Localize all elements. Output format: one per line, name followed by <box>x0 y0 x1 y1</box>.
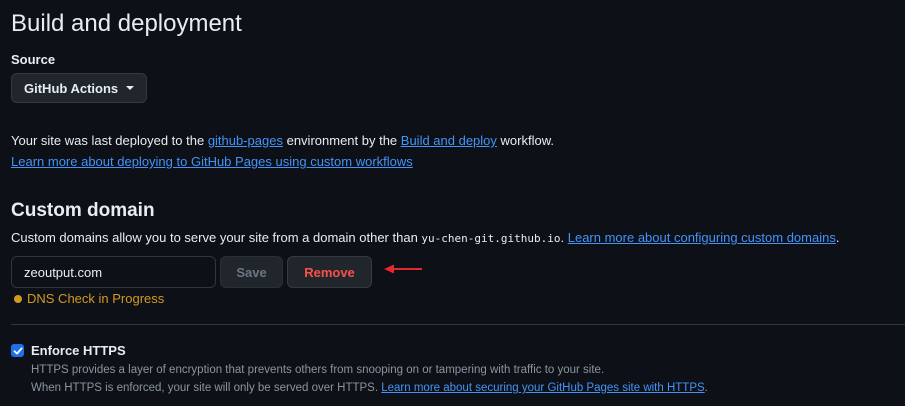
https-description-line1: HTTPS provides a layer of encryption tha… <box>31 364 605 376</box>
custom-domain-desc-prefix: Custom domains allow you to serve your s… <box>11 230 422 245</box>
environment-link[interactable]: github-pages <box>208 133 283 148</box>
deploy-info-middle: environment by the <box>282 133 401 148</box>
deploy-info-text: Your site was last deployed to the githu… <box>11 133 554 148</box>
dns-status: DNS Check in Progress <box>14 291 164 306</box>
custom-domain-description: Custom domains allow you to serve your s… <box>11 230 839 245</box>
divider <box>11 324 905 325</box>
source-label: Source <box>11 52 56 67</box>
https-line2-prefix: When HTTPS is enforced, your site will o… <box>31 382 382 394</box>
https-description-line2: When HTTPS is enforced, your site will o… <box>31 382 708 394</box>
caret-down-icon <box>126 86 135 90</box>
custom-domain-desc-suffix: . <box>560 230 568 245</box>
enforce-https-checkbox[interactable] <box>11 344 24 357</box>
custom-domain-learn-more-link[interactable]: Learn more about configuring custom doma… <box>568 230 836 245</box>
deploy-learn-more-link[interactable]: Learn more about deploying to GitHub Pag… <box>11 154 413 169</box>
https-line2-suffix: . <box>704 382 708 394</box>
custom-domain-learn-more-suffix: . <box>835 230 840 245</box>
save-button[interactable]: Save <box>220 256 283 288</box>
remove-button[interactable]: Remove <box>287 256 372 288</box>
pages-settings: Build and deployment Source GitHub Actio… <box>0 0 905 406</box>
deploy-learn-more-line: Learn more about deploying to GitHub Pag… <box>11 154 413 169</box>
custom-domain-title: Custom domain <box>11 200 155 221</box>
source-dropdown[interactable]: GitHub Actions <box>11 73 147 103</box>
workflow-link[interactable]: Build and deploy <box>401 133 497 148</box>
deploy-info-prefix: Your site was last deployed to the <box>11 133 208 148</box>
https-learn-more-link[interactable]: Learn more about securing your GitHub Pa… <box>381 382 704 394</box>
checkmark-icon <box>13 347 23 354</box>
enforce-https-label: Enforce HTTPS <box>31 343 126 358</box>
red-arrow-icon <box>384 264 422 274</box>
dot-icon <box>14 294 22 303</box>
custom-domain-input[interactable] <box>11 256 216 288</box>
default-domain: yu-chen-git.github.io <box>421 232 561 245</box>
source-dropdown-value: GitHub Actions <box>24 80 119 96</box>
deploy-info-suffix: workflow. <box>496 133 554 148</box>
section-title: Build and deployment <box>11 10 242 37</box>
dns-status-text: DNS Check in Progress <box>27 291 165 306</box>
